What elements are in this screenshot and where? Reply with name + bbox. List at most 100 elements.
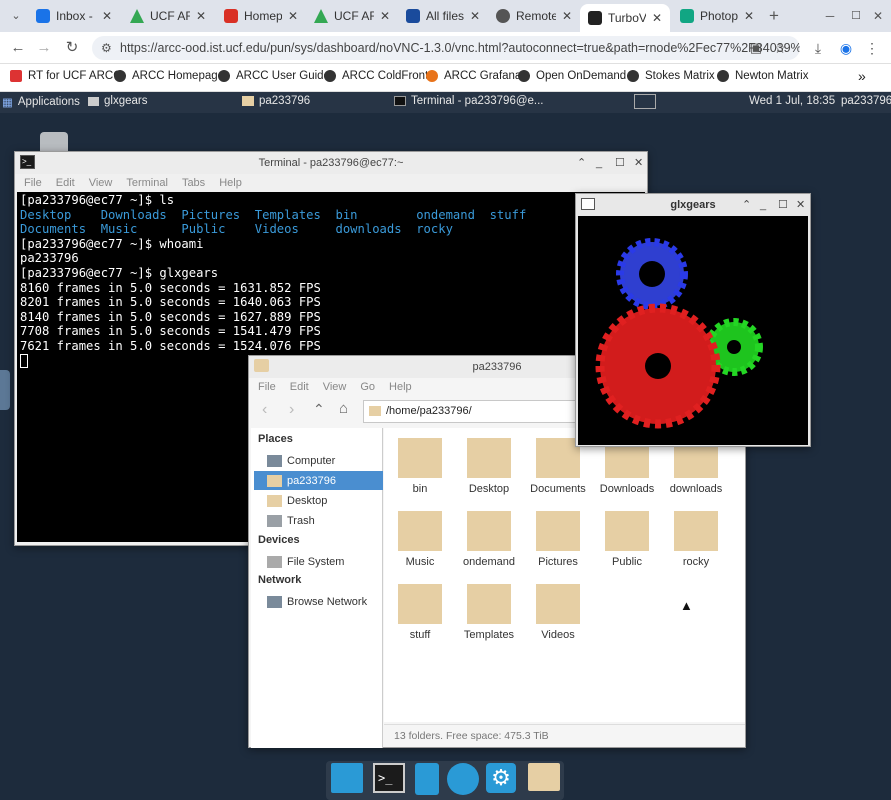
folder-pictures[interactable]: Pictures bbox=[528, 511, 588, 583]
settings-gear-icon[interactable]: ⚙ bbox=[486, 763, 516, 793]
file-manager-launcher-icon[interactable] bbox=[415, 763, 439, 795]
folder-downloads-cap[interactable]: Downloads bbox=[597, 438, 657, 510]
new-tab-button[interactable]: + bbox=[764, 6, 784, 26]
bookmark-arcc-user-guide[interactable]: ARCC User Guide bbox=[218, 70, 330, 82]
sidebar-item-computer[interactable]: Computer bbox=[254, 451, 383, 470]
back-icon[interactable]: ← bbox=[8, 38, 28, 58]
browser-tab-remote[interactable]: Remote ✕ bbox=[488, 4, 580, 28]
folder-documents[interactable]: Documents bbox=[528, 438, 588, 510]
menu-edit[interactable]: Edit bbox=[290, 381, 309, 393]
panel-user[interactable]: pa233796 bbox=[841, 95, 891, 107]
menu-terminal[interactable]: Terminal bbox=[126, 177, 168, 189]
screen-icon[interactable]: ▣ bbox=[746, 38, 766, 58]
back-icon[interactable]: ‹ bbox=[262, 401, 267, 419]
web-browser-launcher-icon[interactable] bbox=[447, 763, 479, 795]
tab-search-icon[interactable]: ⌄ bbox=[6, 6, 26, 26]
folder-launcher-icon[interactable] bbox=[528, 763, 560, 791]
minimize-icon[interactable]: ⌃ bbox=[577, 152, 586, 174]
reload-icon[interactable]: ↻ bbox=[62, 38, 82, 58]
bookmark-stokes-matrix[interactable]: Stokes Matrix bbox=[627, 70, 715, 82]
close-icon[interactable]: ✕ bbox=[796, 194, 805, 216]
workspace-switcher-icon[interactable] bbox=[634, 94, 656, 109]
browser-tab-ucf-arc-2[interactable]: UCF ARC ✕ bbox=[306, 4, 398, 28]
download-icon[interactable]: ⤓ bbox=[808, 38, 828, 58]
folder-templates[interactable]: Templates bbox=[459, 584, 519, 656]
menu-help[interactable]: Help bbox=[389, 381, 412, 393]
maximize-icon[interactable]: ☐ bbox=[615, 152, 625, 174]
folder-public[interactable]: Public bbox=[597, 511, 657, 583]
bookmark-arcc-grafana[interactable]: ARCC Grafana bbox=[426, 70, 521, 82]
profile-icon[interactable]: ◉ bbox=[836, 38, 856, 58]
panel-clock[interactable]: Wed 1 Jul, 18:35 bbox=[749, 95, 835, 107]
show-desktop-icon[interactable] bbox=[331, 763, 363, 793]
more-bookmarks-button[interactable]: » bbox=[858, 68, 866, 84]
close-icon[interactable]: ✕ bbox=[634, 152, 643, 174]
sidebar-item-trash[interactable]: Trash bbox=[254, 511, 383, 530]
menu-edit[interactable]: Edit bbox=[56, 177, 75, 189]
menu-tabs[interactable]: Tabs bbox=[182, 177, 205, 189]
menu-file[interactable]: File bbox=[24, 177, 42, 189]
taskbar-glxgears[interactable]: glxgears bbox=[88, 95, 147, 107]
close-icon[interactable]: ✕ bbox=[470, 9, 480, 23]
sidebar-item-home[interactable]: pa233796 bbox=[254, 471, 383, 490]
menu-view[interactable]: View bbox=[89, 177, 113, 189]
close-icon[interactable]: ✕ bbox=[562, 9, 572, 23]
taskbar-terminal[interactable]: Terminal - pa233796@e... bbox=[394, 95, 544, 107]
maximize-icon[interactable]: ☐ bbox=[846, 6, 866, 26]
bookmark-open-ondemand[interactable]: Open OnDemand bbox=[518, 70, 626, 82]
menu-view[interactable]: View bbox=[323, 381, 347, 393]
browser-tab-all-files[interactable]: All files ✕ bbox=[398, 4, 488, 28]
close-icon[interactable]: ✕ bbox=[288, 9, 298, 23]
terminal-launcher-icon[interactable]: >_ bbox=[373, 763, 405, 793]
browser-tab-photopea[interactable]: Photope ✕ bbox=[672, 4, 762, 28]
menu-go[interactable]: Go bbox=[360, 381, 375, 393]
minimize-icon[interactable]: ⌃ bbox=[742, 194, 751, 216]
folder-bin[interactable]: bin bbox=[390, 438, 450, 510]
novnc-control-handle[interactable] bbox=[0, 370, 10, 410]
folder-videos[interactable]: Videos bbox=[528, 584, 588, 656]
taskbar-file-manager[interactable]: pa233796 bbox=[242, 95, 310, 107]
browser-tab-inbox[interactable]: Inbox - P ✕ bbox=[28, 4, 120, 28]
browser-tab-turbovnc[interactable]: TurboVN ✕ bbox=[580, 4, 670, 32]
menu-help[interactable]: Help bbox=[219, 177, 242, 189]
bookmark-arcc-homepage[interactable]: ARCC Homepage bbox=[114, 70, 224, 82]
sidebar-item-desktop[interactable]: Desktop bbox=[254, 491, 383, 510]
minimize-icon[interactable]: _ bbox=[596, 152, 602, 174]
minimize-icon[interactable]: ─ bbox=[820, 6, 840, 26]
forward-icon[interactable]: → bbox=[34, 38, 54, 58]
folder-view[interactable]: bin Desktop Documents Downloads download… bbox=[384, 428, 745, 722]
folder-rocky[interactable]: rocky bbox=[666, 511, 726, 583]
sidebar-item-browse-network[interactable]: Browse Network bbox=[254, 592, 383, 611]
menu-kebab-icon[interactable]: ⋮ bbox=[862, 38, 882, 58]
folder-stuff[interactable]: stuff bbox=[390, 584, 450, 656]
browser-tab-ucf-arc-1[interactable]: UCF ARC ✕ bbox=[122, 4, 214, 28]
browser-tab-homepage[interactable]: Homepa ✕ bbox=[216, 4, 306, 28]
applications-menu[interactable]: ▦ Applications bbox=[2, 95, 80, 109]
close-window-icon[interactable]: ✕ bbox=[868, 6, 888, 26]
bookmark-arcc-coldfront[interactable]: ARCC ColdFront bbox=[324, 70, 428, 82]
forward-icon[interactable]: › bbox=[289, 401, 294, 419]
folder-downloads[interactable]: downloads bbox=[666, 438, 726, 510]
folder-desktop[interactable]: Desktop bbox=[459, 438, 519, 510]
bookmark-star-icon[interactable]: ☆ bbox=[770, 38, 790, 58]
up-icon[interactable]: ⌃ bbox=[313, 401, 325, 418]
close-icon[interactable]: ✕ bbox=[652, 11, 662, 25]
url-bar[interactable]: ⚙ https://arcc-ood.ist.ucf.edu/pun/sys/d… bbox=[92, 36, 800, 60]
terminal-titlebar[interactable]: >_ Terminal - pa233796@ec77:~ ⌃ _ ☐ ✕ bbox=[15, 152, 647, 174]
glxgears-titlebar[interactable]: glxgears ⌃ _ ☐ ✕ bbox=[576, 194, 810, 216]
home-icon[interactable]: ⌂ bbox=[339, 400, 348, 417]
maximize-icon[interactable]: ☐ bbox=[778, 194, 788, 216]
close-icon[interactable]: ✕ bbox=[102, 9, 112, 23]
close-icon[interactable]: ✕ bbox=[744, 9, 754, 23]
bookmark-newton-matrix[interactable]: Newton Matrix bbox=[717, 70, 809, 82]
minimize-icon[interactable]: _ bbox=[760, 194, 766, 216]
close-icon[interactable]: ✕ bbox=[196, 9, 206, 23]
folder-music[interactable]: Music bbox=[390, 511, 450, 583]
site-info-icon[interactable]: ⚙ bbox=[101, 36, 112, 60]
bookmark-rt[interactable]: RT for UCF ARCC bbox=[10, 70, 122, 82]
close-icon[interactable]: ✕ bbox=[380, 9, 390, 23]
folder-ondemand[interactable]: ondemand bbox=[459, 511, 519, 583]
menu-file[interactable]: File bbox=[258, 381, 276, 393]
places-header: Places bbox=[258, 433, 293, 445]
sidebar-item-file-system[interactable]: File System bbox=[254, 552, 383, 571]
